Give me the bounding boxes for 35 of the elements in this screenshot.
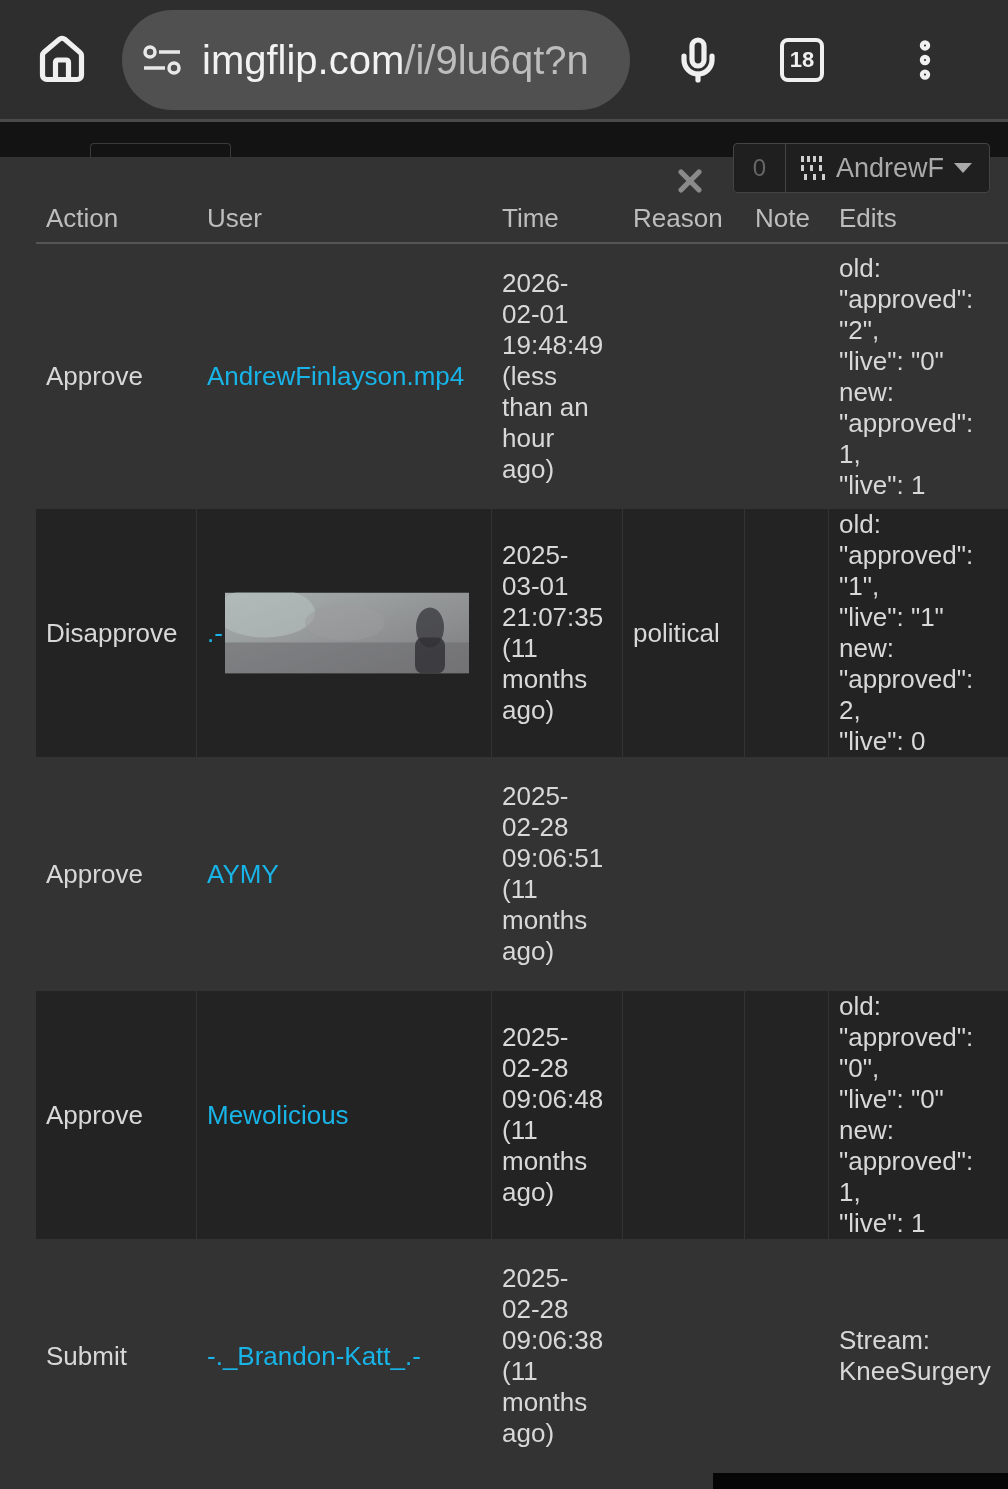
edits-text: old: "approved": "0", "live": "0" new: "approved": 1, "live": 1	[839, 991, 974, 1239]
user-link[interactable]: -._Brandon-Katt_.-	[207, 1340, 421, 1372]
column-header: User	[207, 202, 262, 233]
user-link[interactable]: AYMY	[207, 858, 279, 890]
column-header: Reason	[633, 202, 723, 233]
username: AndrewF	[836, 152, 945, 184]
address-bar[interactable]: imgflip.com/i/9lu6qt?n	[122, 9, 630, 110]
time-text: 2025- 03-01 21:07:35 (11 months ago)	[502, 540, 604, 726]
reason-text: political	[633, 617, 720, 649]
time-text: 2025- 02-28 09:06:48 (11 months ago)	[502, 1022, 604, 1208]
points-count: 0	[734, 144, 786, 192]
time-text: 2025- 02-28 09:06:51 (11 months ago)	[502, 781, 604, 967]
action-text: Approve	[46, 858, 143, 890]
tune-icon[interactable]	[142, 42, 182, 77]
user-link[interactable]: AndrewFinlayson.mp4	[207, 361, 465, 392]
user-link[interactable]: .-	[207, 617, 223, 649]
account-widget[interactable]: 0 AndrewF	[733, 143, 990, 193]
column-header: Time	[502, 202, 559, 233]
action-text: Disapprove	[46, 617, 178, 649]
time-text: 2025- 02-28 09:06:38 (11 months ago)	[502, 1263, 604, 1449]
user-link[interactable]: Mewolicious	[207, 1099, 349, 1131]
edits-text: old: "approved": "1", "live": "1" new: "approved": 2, "live": 0	[839, 509, 974, 757]
time-text: 2026- 02-01 19:48:49 (less than an hour ago)	[502, 268, 604, 485]
action-text: Submit	[46, 1340, 127, 1372]
column-header: Action	[46, 202, 119, 233]
url-text: imgflip.com/i/9lu6qt?n	[202, 36, 589, 84]
tab-count[interactable]: 18	[780, 37, 824, 82]
edits-text: old: "approved": "2", "live": "0" new: "approved": 1, "live": 1	[839, 252, 974, 501]
caret-icon[interactable]	[954, 163, 973, 173]
column-header: Note	[755, 202, 810, 233]
action-text: Approve	[46, 1099, 143, 1131]
action-text: Approve	[46, 361, 143, 392]
column-header: Edits	[839, 202, 897, 233]
avatar-icon	[798, 153, 828, 183]
edits-text: Stream: KneeSurgery	[839, 1325, 991, 1387]
